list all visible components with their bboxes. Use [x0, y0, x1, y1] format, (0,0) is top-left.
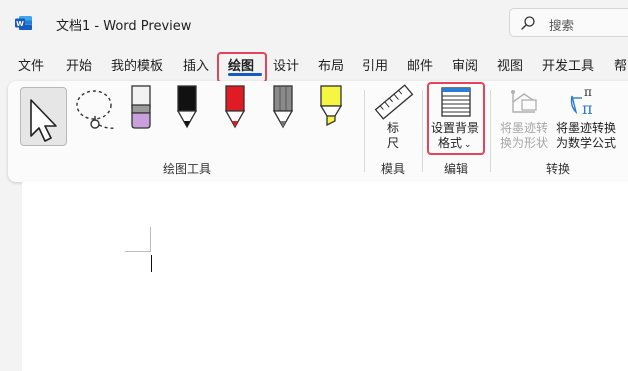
svg-text:W: W: [16, 20, 24, 28]
text-cursor: [151, 255, 152, 272]
lasso-select-button[interactable]: [72, 87, 120, 146]
group-label-edit: 编辑: [444, 162, 469, 176]
tab-layout[interactable]: 布局: [318, 55, 344, 74]
group-separator: [490, 90, 491, 172]
cursor-arrow-icon: [30, 99, 57, 142]
ink-to-shape-label-1: 将墨迹转: [500, 121, 549, 135]
tab-file[interactable]: 文件: [18, 55, 44, 74]
svg-text:π: π: [582, 99, 593, 118]
tab-help[interactable]: 帮: [614, 55, 627, 74]
tab-review[interactable]: 审阅: [452, 55, 478, 74]
tab-insert[interactable]: 插入: [183, 55, 209, 74]
group-label-drawing-tools: 绘图工具: [163, 162, 212, 176]
title-bar: W 文档1 - Word Preview 搜索: [0, 0, 628, 46]
svg-text:π: π: [584, 85, 592, 99]
ink-to-shape-label-2: 换为形状: [500, 136, 549, 150]
red-pen-button[interactable]: [218, 85, 252, 133]
word-icon: W: [15, 16, 32, 30]
ruler-icon: [374, 84, 414, 120]
lasso-select-icon: [76, 90, 117, 129]
highlighter-icon: [319, 85, 343, 127]
tab-references[interactable]: 引用: [362, 55, 388, 74]
pen-icon: [224, 85, 246, 129]
ink-to-math-icon: π π: [570, 85, 593, 118]
ruler-label-1: 标: [387, 121, 400, 135]
background-format-highlight: [427, 82, 485, 155]
page-corner-mark: [125, 251, 150, 252]
tab-mailings[interactable]: 邮件: [407, 55, 433, 74]
eraser-icon: [131, 85, 151, 129]
eraser-button[interactable]: [124, 85, 158, 133]
tab-design[interactable]: 设计: [273, 55, 299, 74]
menu-tabs: 文件 开始 我的模板 插入 绘图 设计 布局 引用 邮件 审阅 视图 开发工具 …: [0, 50, 628, 78]
window-title: 文档1 - Word Preview: [56, 19, 192, 34]
ink-to-shape-icon: [511, 90, 537, 113]
group-label-stencils: 模具: [381, 162, 406, 176]
ruler-label-2: 尺: [387, 136, 400, 150]
pencil-icon: [272, 85, 294, 129]
search-icon: [521, 16, 535, 30]
yellow-highlighter-button[interactable]: [314, 85, 348, 133]
group-separator: [364, 90, 365, 172]
page-corner-mark: [150, 227, 151, 252]
pen-icon: [176, 85, 198, 129]
gray-pencil-button[interactable]: [266, 85, 300, 133]
search-input[interactable]: 搜索: [509, 8, 628, 37]
tab-home[interactable]: 开始: [66, 55, 92, 74]
tab-my-templates[interactable]: 我的模板: [111, 55, 163, 74]
group-separator: [422, 90, 423, 172]
black-pen-button[interactable]: [170, 85, 204, 133]
ink-to-math-label-2: 为数学公式: [556, 136, 617, 150]
group-label-convert: 转换: [546, 162, 571, 176]
search-placeholder: 搜索: [549, 18, 575, 33]
draw-tab-highlight: [217, 52, 267, 83]
tab-view[interactable]: 视图: [497, 55, 523, 74]
document-page[interactable]: [22, 182, 628, 371]
ink-to-math-label-1: 将墨迹转换: [556, 121, 617, 135]
tab-developer[interactable]: 开发工具: [542, 55, 594, 74]
select-tool-button[interactable]: [20, 87, 67, 146]
